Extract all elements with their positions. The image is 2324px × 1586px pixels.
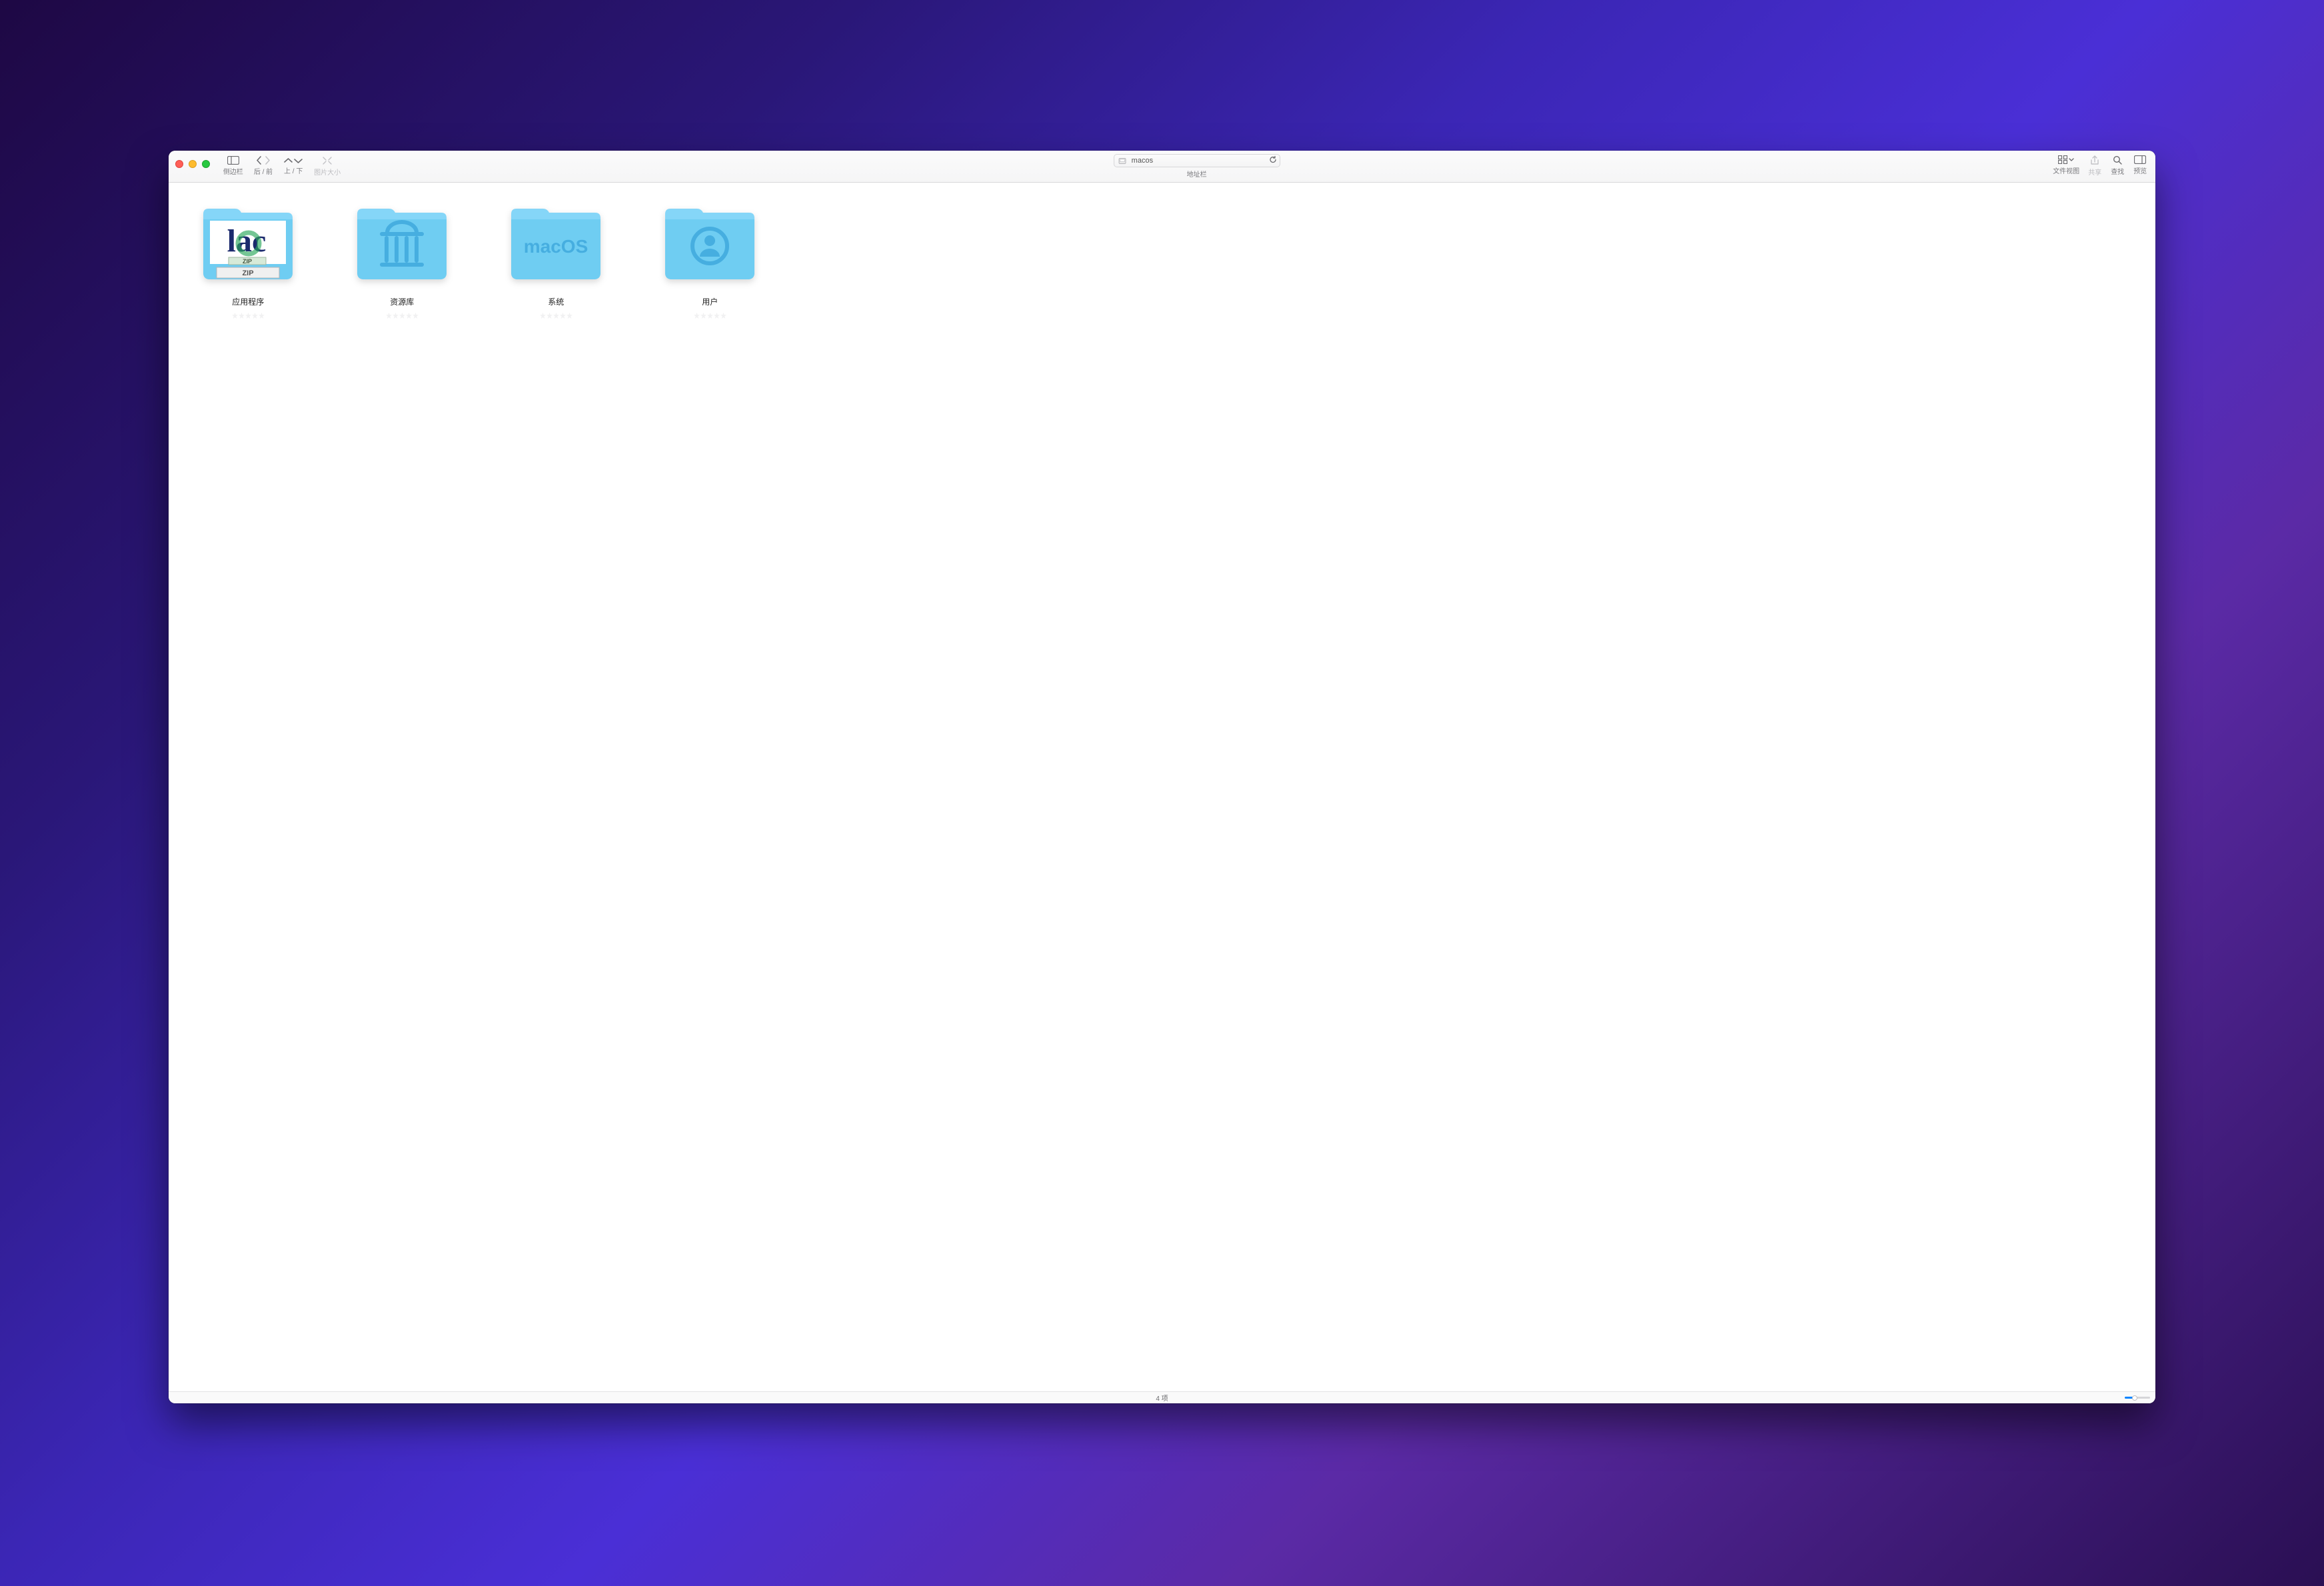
view-mode-label: 文件视图 bbox=[2053, 165, 2079, 175]
star-icon bbox=[399, 313, 405, 319]
status-bar: 4 项 bbox=[169, 1391, 2155, 1403]
preview-pane-label: 预览 bbox=[2133, 165, 2147, 175]
zoom-slider[interactable] bbox=[2125, 1397, 2150, 1399]
star-icon bbox=[406, 313, 412, 319]
item-label: 系统 bbox=[548, 296, 564, 307]
star-icon bbox=[714, 313, 720, 319]
star-icon bbox=[560, 313, 566, 319]
folder-item-applications[interactable]: lac ZIP ZIP 应用程序 bbox=[177, 199, 320, 319]
titlebar: 侧边栏 后 / 前 上 / 下 图片大小 macos bbox=[169, 151, 2155, 183]
back-forward-label: 后 / 前 bbox=[254, 166, 273, 176]
zoom-track bbox=[2125, 1397, 2150, 1399]
up-down-button[interactable]: 上 / 下 bbox=[282, 151, 305, 182]
expand-icon bbox=[322, 156, 333, 165]
right-tools: 文件视图 共享 查找 预览 bbox=[2051, 154, 2149, 179]
preview-pane-button[interactable]: 预览 bbox=[2131, 154, 2149, 177]
grid-icon bbox=[2058, 155, 2067, 164]
star-icon bbox=[694, 313, 700, 319]
path-bar: macos 地址栏 bbox=[350, 151, 2043, 182]
star-icon bbox=[245, 313, 251, 319]
reload-button[interactable] bbox=[1269, 156, 1277, 166]
toggle-sidebar-button[interactable]: 侧边栏 bbox=[222, 151, 245, 182]
up-down-label: 上 / 下 bbox=[284, 165, 303, 175]
path-label: 地址栏 bbox=[1187, 169, 1207, 179]
zoom-button[interactable] bbox=[202, 160, 210, 168]
zip-tag-1: ZIP bbox=[243, 258, 252, 265]
star-icon bbox=[259, 313, 265, 319]
preview-pane-icon bbox=[2134, 155, 2146, 164]
path-field[interactable]: macos bbox=[1114, 154, 1280, 167]
image-size-label: 图片大小 bbox=[314, 167, 341, 177]
item-label: 应用程序 bbox=[232, 296, 264, 307]
share-label: 共享 bbox=[2088, 167, 2101, 177]
back-forward-button[interactable]: 后 / 前 bbox=[253, 151, 274, 182]
view-mode-button[interactable]: 文件视图 bbox=[2051, 154, 2081, 177]
folder-icon: macOS bbox=[506, 199, 606, 285]
rating-stars bbox=[694, 313, 726, 319]
rating-stars bbox=[386, 313, 419, 319]
share-button[interactable]: 共享 bbox=[2086, 154, 2103, 179]
star-icon bbox=[567, 313, 573, 319]
reload-icon bbox=[1269, 156, 1277, 164]
chevron-right-icon bbox=[264, 156, 271, 165]
chevron-up-icon bbox=[284, 157, 293, 164]
star-icon bbox=[252, 313, 258, 319]
window-controls bbox=[175, 160, 210, 168]
star-icon bbox=[707, 313, 713, 319]
search-button[interactable]: 查找 bbox=[2109, 154, 2126, 178]
chevron-down-icon bbox=[2069, 155, 2074, 164]
icon-grid: lac ZIP ZIP 应用程序 bbox=[177, 199, 2147, 319]
rating-stars bbox=[540, 313, 573, 319]
folder-icon bbox=[352, 199, 452, 285]
search-icon bbox=[2113, 155, 2122, 165]
zoom-knob[interactable] bbox=[2132, 1395, 2137, 1401]
star-icon bbox=[540, 313, 546, 319]
star-icon bbox=[232, 313, 238, 319]
star-icon bbox=[547, 313, 553, 319]
finder-window: 侧边栏 后 / 前 上 / 下 图片大小 macos bbox=[169, 151, 2155, 1403]
toggle-sidebar-label: 侧边栏 bbox=[223, 166, 243, 176]
macos-badge-text: macOS bbox=[524, 236, 588, 257]
folder-icon: lac ZIP ZIP bbox=[198, 199, 298, 285]
share-icon bbox=[2090, 155, 2099, 165]
star-icon bbox=[393, 313, 399, 319]
item-label: 用户 bbox=[702, 296, 718, 307]
zip-tag-2: ZIP bbox=[243, 269, 254, 277]
minimize-button[interactable] bbox=[189, 160, 197, 168]
content-area: lac ZIP ZIP 应用程序 bbox=[169, 183, 2155, 1391]
star-icon bbox=[239, 313, 245, 319]
search-label: 查找 bbox=[2111, 166, 2124, 176]
close-button[interactable] bbox=[175, 160, 183, 168]
chevron-down-icon bbox=[294, 157, 303, 164]
star-icon bbox=[386, 313, 392, 319]
star-icon bbox=[700, 313, 706, 319]
folder-icon bbox=[660, 199, 760, 285]
folder-item-users[interactable]: 用户 bbox=[638, 199, 782, 319]
image-size-button[interactable]: 图片大小 bbox=[313, 151, 342, 182]
rating-stars bbox=[232, 313, 265, 319]
folder-item-system[interactable]: macOS 系统 bbox=[485, 199, 628, 319]
path-text: macos bbox=[1130, 157, 1277, 165]
volume-icon bbox=[1118, 157, 1126, 165]
star-icon bbox=[553, 313, 559, 319]
folder-item-library[interactable]: 资源库 bbox=[331, 199, 474, 319]
star-icon bbox=[720, 313, 726, 319]
sidebar-icon bbox=[227, 156, 239, 165]
chevron-left-icon bbox=[256, 156, 263, 165]
star-icon bbox=[413, 313, 419, 319]
status-count: 4 项 bbox=[1156, 1393, 1168, 1403]
item-label: 资源库 bbox=[390, 296, 414, 307]
